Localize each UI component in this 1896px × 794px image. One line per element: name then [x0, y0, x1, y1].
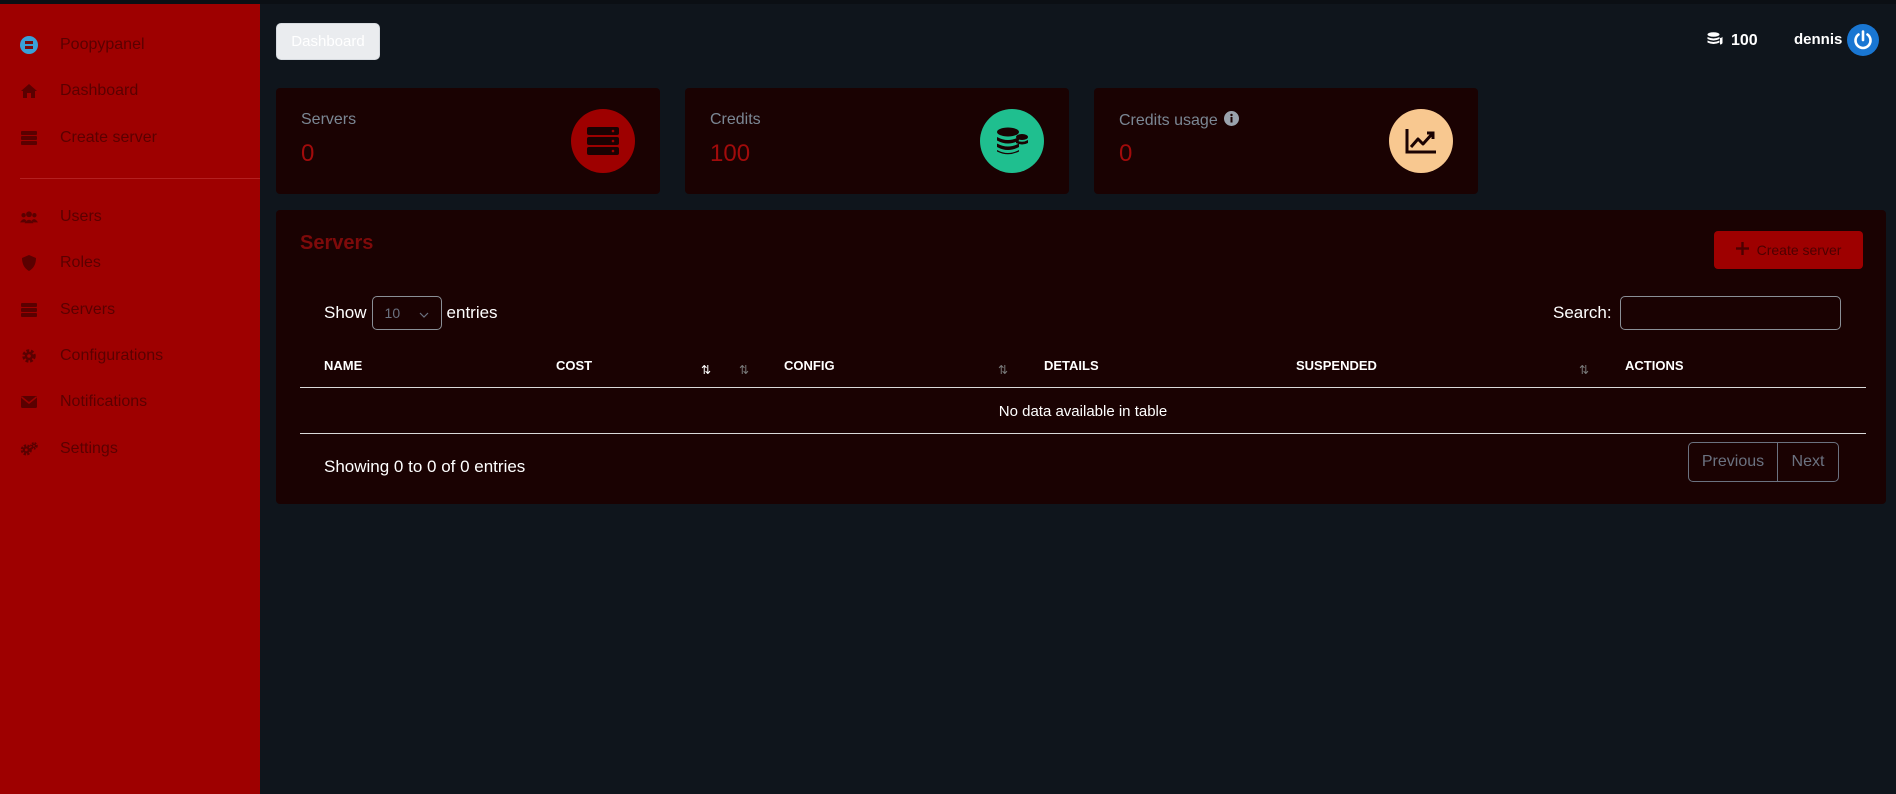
column-header-details: DETAILS [1044, 358, 1099, 373]
server-icon [20, 301, 38, 319]
credits-value: 100 [1731, 32, 1758, 49]
column-header-cost[interactable]: COST [556, 358, 592, 373]
page-length-select[interactable]: 10 [371, 296, 442, 330]
sidebar-item-notifications[interactable]: Notifications [0, 382, 260, 422]
server-icon [571, 109, 635, 173]
stat-card-title: Credits [710, 111, 761, 128]
gear-icon [20, 347, 38, 365]
stat-card-value: 0 [301, 140, 315, 167]
sort-arrow-icon[interactable]: ⇅ [739, 363, 749, 377]
stat-card-credits-usage: Credits usage 0 [1094, 88, 1478, 194]
sidebar-item-label: Dashboard [60, 82, 139, 99]
sidebar-item-create-server[interactable]: Create server [0, 118, 260, 158]
chevron-down-icon [419, 305, 429, 321]
next-page-button[interactable]: Next [1778, 443, 1838, 481]
sidebar-item-label: Notifications [60, 393, 148, 410]
column-header-suspended[interactable]: SUSPENDED [1296, 358, 1377, 373]
stat-card-title: Servers [301, 111, 357, 128]
credits-indicator[interactable]: 100 [1707, 30, 1758, 52]
info-icon[interactable] [1223, 111, 1239, 131]
top-strip [0, 0, 1896, 4]
sort-arrow-icon[interactable]: ⇅ [701, 363, 711, 377]
plus-icon [1735, 242, 1749, 258]
home-icon [20, 82, 38, 100]
show-label: Show [324, 303, 367, 322]
users-icon [20, 208, 38, 226]
empty-table-message: No data available in table [998, 403, 1168, 420]
envelope-icon [20, 393, 38, 411]
stat-card-value: 0 [1119, 140, 1133, 167]
column-header-actions: ACTIONS [1625, 358, 1684, 373]
table-info: Showing 0 to 0 of 0 entries [324, 457, 526, 476]
search-control: Search: [1553, 296, 1841, 330]
power-icon[interactable] [1847, 24, 1879, 56]
stat-card-credits: Credits 100 [685, 88, 1069, 194]
sidebar-item-users[interactable]: Users [0, 197, 260, 237]
search-label: Search: [1553, 303, 1612, 322]
stat-card-title-row: Credits usage [1119, 111, 1239, 131]
stat-card-servers: Servers 0 [276, 88, 660, 194]
sidebar-item-label: Create server [60, 129, 157, 146]
sidebar-item-label: Settings [60, 440, 118, 457]
sidebar-item-label: Roles [60, 254, 101, 271]
create-server-label: Create server [1756, 242, 1842, 258]
coins-icon [980, 109, 1044, 173]
sidebar-brand[interactable]: Poopypanel [0, 25, 260, 65]
page-length-control: Show 10 entries [324, 296, 498, 330]
sidebar-item-settings[interactable]: Settings [0, 429, 260, 469]
pagination: Previous Next [1688, 442, 1839, 482]
column-header-config[interactable]: CONFIG [784, 358, 835, 373]
panel-title: Servers [300, 232, 374, 254]
sort-arrow-icon[interactable]: ⇅ [1579, 363, 1589, 377]
table-footer-divider [300, 433, 1866, 434]
chart-line-icon [1389, 109, 1453, 173]
brand-logo-icon [20, 36, 38, 54]
sidebar: Poopypanel Dashboard Create server Users… [0, 4, 260, 794]
previous-page-button[interactable]: Previous [1689, 443, 1778, 481]
page-length-value: 10 [384, 305, 401, 321]
column-header-name[interactable]: NAME [324, 358, 362, 373]
search-input[interactable] [1619, 296, 1841, 330]
coins-icon [1707, 31, 1723, 52]
sidebar-item-servers[interactable]: Servers [0, 290, 260, 330]
sort-arrow-icon[interactable]: ⇅ [998, 363, 1008, 377]
server-icon [20, 129, 38, 147]
sidebar-item-label: Users [60, 208, 102, 225]
brand-name: Poopypanel [60, 36, 145, 53]
user-name[interactable]: dennis [1794, 30, 1842, 50]
stat-card-value: 100 [710, 140, 751, 167]
create-server-button[interactable]: Create server [1714, 231, 1863, 269]
gears-icon [20, 440, 38, 458]
sidebar-divider [20, 178, 260, 179]
stat-card-title: Credits usage [1119, 112, 1218, 129]
sidebar-item-roles[interactable]: Roles [0, 243, 260, 283]
table-header-divider [300, 387, 1866, 388]
dashboard-breadcrumb-button[interactable]: Dashboard [276, 23, 380, 60]
sidebar-item-configurations[interactable]: Configurations [0, 336, 260, 376]
servers-panel: Servers Create server Show 10 entries Se… [276, 210, 1886, 504]
shield-icon [20, 254, 38, 272]
sidebar-item-label: Servers [60, 301, 116, 318]
entries-label: entries [446, 303, 498, 322]
sidebar-item-dashboard[interactable]: Dashboard [0, 71, 260, 111]
sidebar-item-label: Configurations [60, 347, 164, 364]
